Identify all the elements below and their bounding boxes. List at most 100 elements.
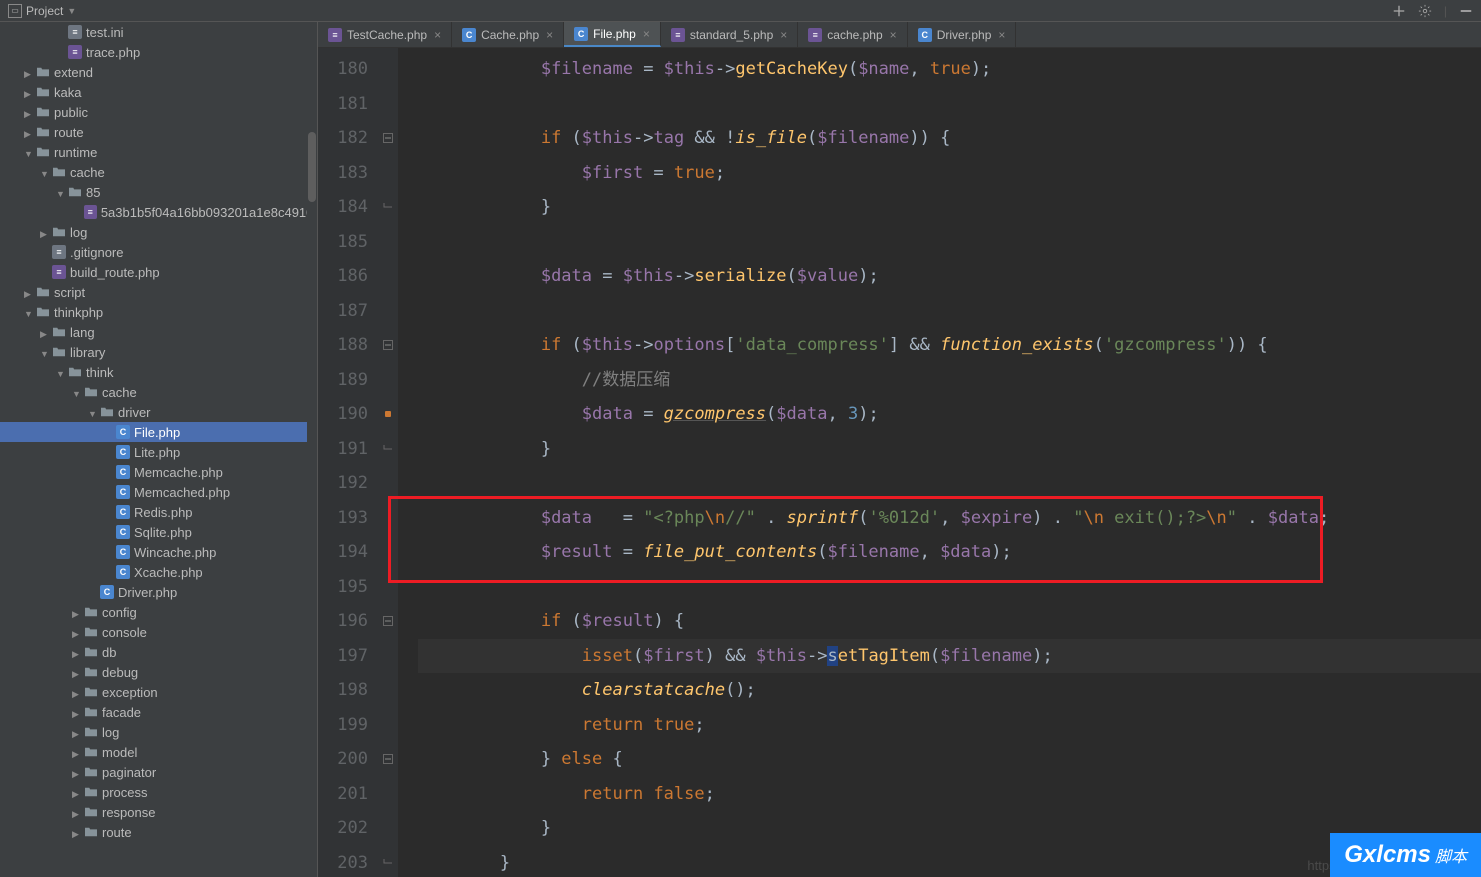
tree-arrow-icon[interactable] (72, 385, 80, 400)
code-line[interactable] (418, 570, 1481, 605)
tree-folder[interactable]: log (0, 222, 317, 242)
tree-folder[interactable]: debug (0, 662, 317, 682)
fold-marker[interactable] (378, 673, 398, 708)
code-line[interactable]: } else { (418, 742, 1481, 777)
fold-marker[interactable] (378, 604, 398, 639)
tree-file[interactable]: CMemcached.php (0, 482, 317, 502)
tree-folder[interactable]: route (0, 122, 317, 142)
tree-folder[interactable]: facade (0, 702, 317, 722)
tree-arrow-icon[interactable] (72, 765, 80, 780)
tree-folder[interactable]: script (0, 282, 317, 302)
tree-folder[interactable]: config (0, 602, 317, 622)
tree-arrow-icon[interactable] (88, 405, 96, 420)
sidebar-scrollbar[interactable] (307, 22, 317, 877)
code-line[interactable] (418, 87, 1481, 122)
collapse-icon[interactable] (1392, 4, 1406, 18)
tab-close-icon[interactable]: × (546, 28, 553, 42)
tree-file[interactable]: CMemcache.php (0, 462, 317, 482)
tree-arrow-icon[interactable] (24, 305, 32, 320)
code-line[interactable]: clearstatcache(); (418, 673, 1481, 708)
tree-folder[interactable]: cache (0, 162, 317, 182)
editor-tab[interactable]: ≡standard_5.php× (661, 22, 798, 47)
fold-marker[interactable] (378, 328, 398, 363)
tab-close-icon[interactable]: × (998, 28, 1005, 42)
tree-folder[interactable]: library (0, 342, 317, 362)
tree-folder[interactable]: thinkphp (0, 302, 317, 322)
fold-marker[interactable] (378, 570, 398, 605)
code-line[interactable]: if ($this->tag && !is_file($filename)) { (418, 121, 1481, 156)
tree-file[interactable]: CFile.php (0, 422, 317, 442)
code-content[interactable]: $filename = $this->getCacheKey($name, tr… (398, 48, 1481, 877)
tree-folder[interactable]: console (0, 622, 317, 642)
tree-arrow-icon[interactable] (72, 825, 80, 840)
tree-arrow-icon[interactable] (72, 665, 80, 680)
tree-folder[interactable]: db (0, 642, 317, 662)
tree-folder[interactable]: response (0, 802, 317, 822)
tree-arrow-icon[interactable] (72, 625, 80, 640)
tree-arrow-icon[interactable] (72, 605, 80, 620)
tree-arrow-icon[interactable] (24, 65, 32, 80)
tree-folder[interactable]: process (0, 782, 317, 802)
tree-folder[interactable]: extend (0, 62, 317, 82)
code-line[interactable]: $result = file_put_contents($filename, $… (418, 535, 1481, 570)
fold-marker[interactable] (378, 811, 398, 846)
tree-file[interactable]: ≡.gitignore (0, 242, 317, 262)
tree-folder[interactable]: 85 (0, 182, 317, 202)
tree-arrow-icon[interactable] (40, 165, 48, 180)
project-dropdown[interactable]: ▭ Project ▼ (8, 4, 76, 18)
code-line[interactable]: if ($this->options['data_compress'] && f… (418, 328, 1481, 363)
fold-marker[interactable] (378, 466, 398, 501)
code-line[interactable] (418, 225, 1481, 260)
tree-folder[interactable]: runtime (0, 142, 317, 162)
tree-arrow-icon[interactable] (24, 285, 32, 300)
fold-marker[interactable] (378, 363, 398, 398)
tree-folder[interactable]: think (0, 362, 317, 382)
tree-arrow-icon[interactable] (24, 105, 32, 120)
fold-marker[interactable] (378, 52, 398, 87)
tree-file[interactable]: ≡test.ini (0, 22, 317, 42)
code-line[interactable]: return false; (418, 777, 1481, 812)
fold-marker[interactable] (378, 777, 398, 812)
fold-marker[interactable] (378, 708, 398, 743)
code-line[interactable]: } (418, 811, 1481, 846)
tree-folder[interactable]: cache (0, 382, 317, 402)
code-line[interactable]: if ($result) { (418, 604, 1481, 639)
tree-folder[interactable]: driver (0, 402, 317, 422)
editor-tab[interactable]: ≡TestCache.php× (318, 22, 452, 47)
code-line[interactable]: return true; (418, 708, 1481, 743)
tree-arrow-icon[interactable] (56, 185, 64, 200)
editor-tab[interactable]: CCache.php× (452, 22, 564, 47)
tree-file[interactable]: ≡build_route.php (0, 262, 317, 282)
tree-folder[interactable]: kaka (0, 82, 317, 102)
fold-marker[interactable] (378, 294, 398, 329)
code-line[interactable]: } (418, 432, 1481, 467)
tree-file[interactable]: CDriver.php (0, 582, 317, 602)
code-line[interactable]: $data = gzcompress($data, 3); (418, 397, 1481, 432)
tree-arrow-icon[interactable] (72, 805, 80, 820)
tree-folder[interactable]: lang (0, 322, 317, 342)
code-line[interactable]: $data = $this->serialize($value); (418, 259, 1481, 294)
tree-folder[interactable]: exception (0, 682, 317, 702)
tree-arrow-icon[interactable] (24, 85, 32, 100)
code-line[interactable]: $filename = $this->getCacheKey($name, tr… (418, 52, 1481, 87)
tree-folder[interactable]: paginator (0, 762, 317, 782)
tree-folder[interactable]: model (0, 742, 317, 762)
code-line[interactable]: $first = true; (418, 156, 1481, 191)
tree-arrow-icon[interactable] (72, 745, 80, 760)
fold-marker[interactable] (378, 501, 398, 536)
fold-marker[interactable] (378, 121, 398, 156)
fold-marker[interactable] (378, 432, 398, 467)
editor-tab[interactable]: CDriver.php× (908, 22, 1017, 47)
fold-marker[interactable] (378, 846, 398, 877)
tree-arrow-icon[interactable] (72, 725, 80, 740)
tree-file[interactable]: CRedis.php (0, 502, 317, 522)
fold-marker[interactable] (378, 397, 398, 432)
code-editor[interactable]: 1801811821831841851861871881891901911921… (318, 48, 1481, 877)
fold-marker[interactable] (378, 742, 398, 777)
fold-marker[interactable] (378, 225, 398, 260)
tree-file[interactable]: CWincache.php (0, 542, 317, 562)
tree-arrow-icon[interactable] (72, 705, 80, 720)
tree-file[interactable]: CXcache.php (0, 562, 317, 582)
code-line[interactable]: } (418, 190, 1481, 225)
tab-close-icon[interactable]: × (643, 27, 650, 41)
